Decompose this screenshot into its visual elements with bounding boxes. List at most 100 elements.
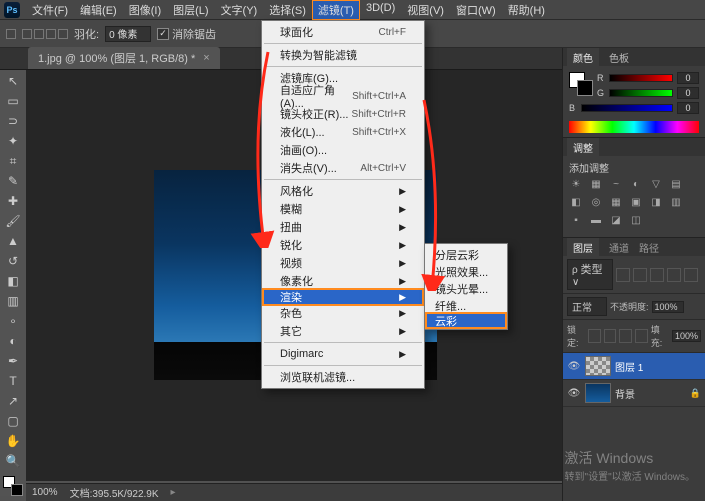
menu-item-油画O[interactable]: 油画(O)...: [262, 141, 424, 159]
adj-lookup-icon[interactable]: ▣: [629, 197, 643, 211]
fill-input[interactable]: 100%: [672, 330, 701, 342]
filter-shape-icon[interactable]: [667, 268, 681, 282]
menu-item-杂色[interactable]: 杂色▶: [262, 304, 424, 322]
lock-all-icon[interactable]: [635, 329, 648, 343]
selection-mode-icons[interactable]: [22, 29, 68, 39]
tab-layers[interactable]: 图层: [567, 238, 599, 257]
menu-item-其它[interactable]: 其它▶: [262, 322, 424, 340]
wand-tool[interactable]: ✦: [3, 132, 23, 150]
pen-tool[interactable]: ✒: [3, 352, 23, 370]
adj-exposure-icon[interactable]: ◐: [629, 179, 643, 193]
lock-pixel-icon[interactable]: [604, 329, 617, 343]
heal-tool[interactable]: ✚: [3, 192, 23, 210]
spectrum-bar[interactable]: [569, 121, 699, 133]
move-tool[interactable]: ↖: [3, 72, 23, 90]
stamp-tool[interactable]: ▲: [3, 232, 23, 250]
menu-item-扭曲[interactable]: 扭曲▶: [262, 218, 424, 236]
path-tool[interactable]: ↗: [3, 392, 23, 410]
menu-窗口[interactable]: 窗口(W): [450, 0, 502, 20]
hand-tool[interactable]: ✋: [3, 432, 23, 450]
tab-channels[interactable]: 通道: [609, 240, 629, 255]
adj-threshold-icon[interactable]: ▪: [569, 215, 583, 229]
menu-文字[interactable]: 文字(Y): [215, 0, 264, 20]
history-brush-tool[interactable]: ↺: [3, 252, 23, 270]
adj-hue-icon[interactable]: ▤: [669, 179, 683, 193]
blur-tool[interactable]: ∘: [3, 312, 23, 330]
tab-paths[interactable]: 路径: [639, 240, 659, 255]
filter-smart-icon[interactable]: [684, 268, 698, 282]
blend-mode-select[interactable]: 正常: [567, 297, 607, 316]
tab-adjustments[interactable]: 调整: [567, 138, 599, 157]
b-slider[interactable]: [581, 104, 673, 112]
color-swatches[interactable]: [3, 476, 23, 496]
type-tool[interactable]: T: [3, 372, 23, 390]
antialias-checkbox[interactable]: ✓消除锯齿: [157, 26, 216, 42]
filter-type-icon[interactable]: [650, 268, 664, 282]
document-tab[interactable]: 1.jpg @ 100% (图层 1, RGB/8) * ×: [28, 47, 220, 69]
eyedropper-tool[interactable]: ✎: [3, 172, 23, 190]
adj-invert-icon[interactable]: ◨: [649, 197, 663, 211]
menu-item-镜头校正R[interactable]: 镜头校正(R)...Shift+Ctrl+R: [262, 105, 424, 123]
adj-bw-icon[interactable]: ◧: [569, 197, 583, 211]
lock-pos-icon[interactable]: [619, 329, 632, 343]
menu-item-自适应广角A[interactable]: 自适应广角(A)...Shift+Ctrl+A: [262, 87, 424, 105]
layer-row[interactable]: 👁背景🔒: [563, 380, 705, 407]
filter-pixel-icon[interactable]: [616, 268, 630, 282]
marquee-tool[interactable]: ▭: [3, 92, 23, 110]
zoom-level[interactable]: 100%: [32, 487, 58, 498]
crop-tool[interactable]: ⌗: [3, 152, 23, 170]
submenu-item-光照效果[interactable]: 光照效果...: [425, 263, 507, 280]
submenu-item-分层云彩[interactable]: 分层云彩: [425, 246, 507, 263]
adj-selcolor-icon[interactable]: ◪: [609, 215, 623, 229]
menu-item-转换为智能滤镜[interactable]: 转换为智能滤镜: [262, 46, 424, 64]
menu-帮助[interactable]: 帮助(H): [502, 0, 551, 20]
menu-文件[interactable]: 文件(F): [26, 0, 74, 20]
menu-item-风格化[interactable]: 风格化▶: [262, 182, 424, 200]
g-slider[interactable]: [609, 89, 673, 97]
menu-item-液化L[interactable]: 液化(L)...Shift+Ctrl+X: [262, 123, 424, 141]
shape-tool[interactable]: ▢: [3, 412, 23, 430]
layer-row[interactable]: 👁图层 1: [563, 353, 705, 380]
menu-视图[interactable]: 视图(V): [401, 0, 450, 20]
tab-color[interactable]: 颜色: [567, 48, 599, 67]
lock-trans-icon[interactable]: [588, 329, 601, 343]
adj-levels-icon[interactable]: ▦: [589, 179, 603, 193]
close-icon[interactable]: ×: [203, 52, 209, 64]
adj-more-icon[interactable]: ◫: [629, 215, 643, 229]
feather-input[interactable]: [105, 26, 151, 42]
adj-vibrance-icon[interactable]: ▽: [649, 179, 663, 193]
menu-图层[interactable]: 图层(L): [167, 0, 214, 20]
lasso-tool[interactable]: ⊃: [3, 112, 23, 130]
menu-item-消失点V[interactable]: 消失点(V)...Alt+Ctrl+V: [262, 159, 424, 177]
menu-item-视频[interactable]: 视频▶: [262, 254, 424, 272]
adj-gradmap-icon[interactable]: ▬: [589, 215, 603, 229]
menu-item-球面化[interactable]: 球面化Ctrl+F: [262, 23, 424, 41]
menu-3d[interactable]: 3D(D): [360, 0, 401, 20]
tool-preset-dropdown[interactable]: [6, 29, 16, 39]
menu-item-模糊[interactable]: 模糊▶: [262, 200, 424, 218]
menu-选择[interactable]: 选择(S): [263, 0, 312, 20]
menu-图像[interactable]: 图像(I): [123, 0, 167, 20]
adj-mixer-icon[interactable]: ▦: [609, 197, 623, 211]
tab-swatches[interactable]: 色板: [609, 50, 629, 65]
fg-bg-swatch[interactable]: [569, 72, 593, 96]
submenu-item-镜头光晕[interactable]: 镜头光晕...: [425, 280, 507, 297]
menu-item-Digimarc[interactable]: Digimarc▶: [262, 345, 424, 363]
adj-photo-icon[interactable]: ◎: [589, 197, 603, 211]
menu-滤镜[interactable]: 滤镜(T): [312, 0, 360, 20]
gradient-tool[interactable]: ▥: [3, 292, 23, 310]
zoom-tool[interactable]: 🔍: [3, 452, 23, 470]
submenu-item-云彩[interactable]: 云彩: [425, 312, 507, 329]
menu-编辑[interactable]: 编辑(E): [74, 0, 123, 20]
filter-kind-select[interactable]: ρ 类型 ∨: [567, 259, 613, 290]
adj-brightness-icon[interactable]: ☀: [569, 179, 583, 193]
r-slider[interactable]: [609, 74, 673, 82]
brush-tool[interactable]: 🖌: [3, 212, 23, 230]
opacity-input[interactable]: 100%: [652, 301, 684, 313]
menu-item-浏览联机滤镜[interactable]: 浏览联机滤镜...: [262, 368, 424, 386]
adj-poster-icon[interactable]: ▥: [669, 197, 683, 211]
eraser-tool[interactable]: ◧: [3, 272, 23, 290]
filter-adjust-icon[interactable]: [633, 268, 647, 282]
visibility-icon[interactable]: 👁: [567, 388, 581, 399]
dodge-tool[interactable]: ◐: [3, 332, 23, 350]
